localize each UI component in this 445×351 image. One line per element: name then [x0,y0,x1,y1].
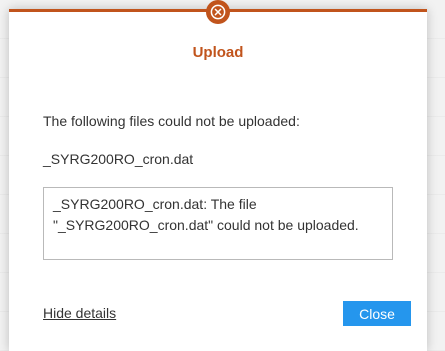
close-x-circle-icon[interactable] [206,0,230,24]
error-message: The following files could not be uploade… [43,113,300,129]
dialog-title: Upload [192,44,244,61]
hide-details-link[interactable]: Hide details [43,305,116,321]
failed-file-name: _SYRG200RO_cron.dat [43,151,194,167]
x-icon [210,4,226,20]
close-button[interactable]: Close [343,301,411,326]
error-details-box[interactable]: _SYRG200RO_cron.dat: The file "_SYRG200R… [43,187,393,260]
